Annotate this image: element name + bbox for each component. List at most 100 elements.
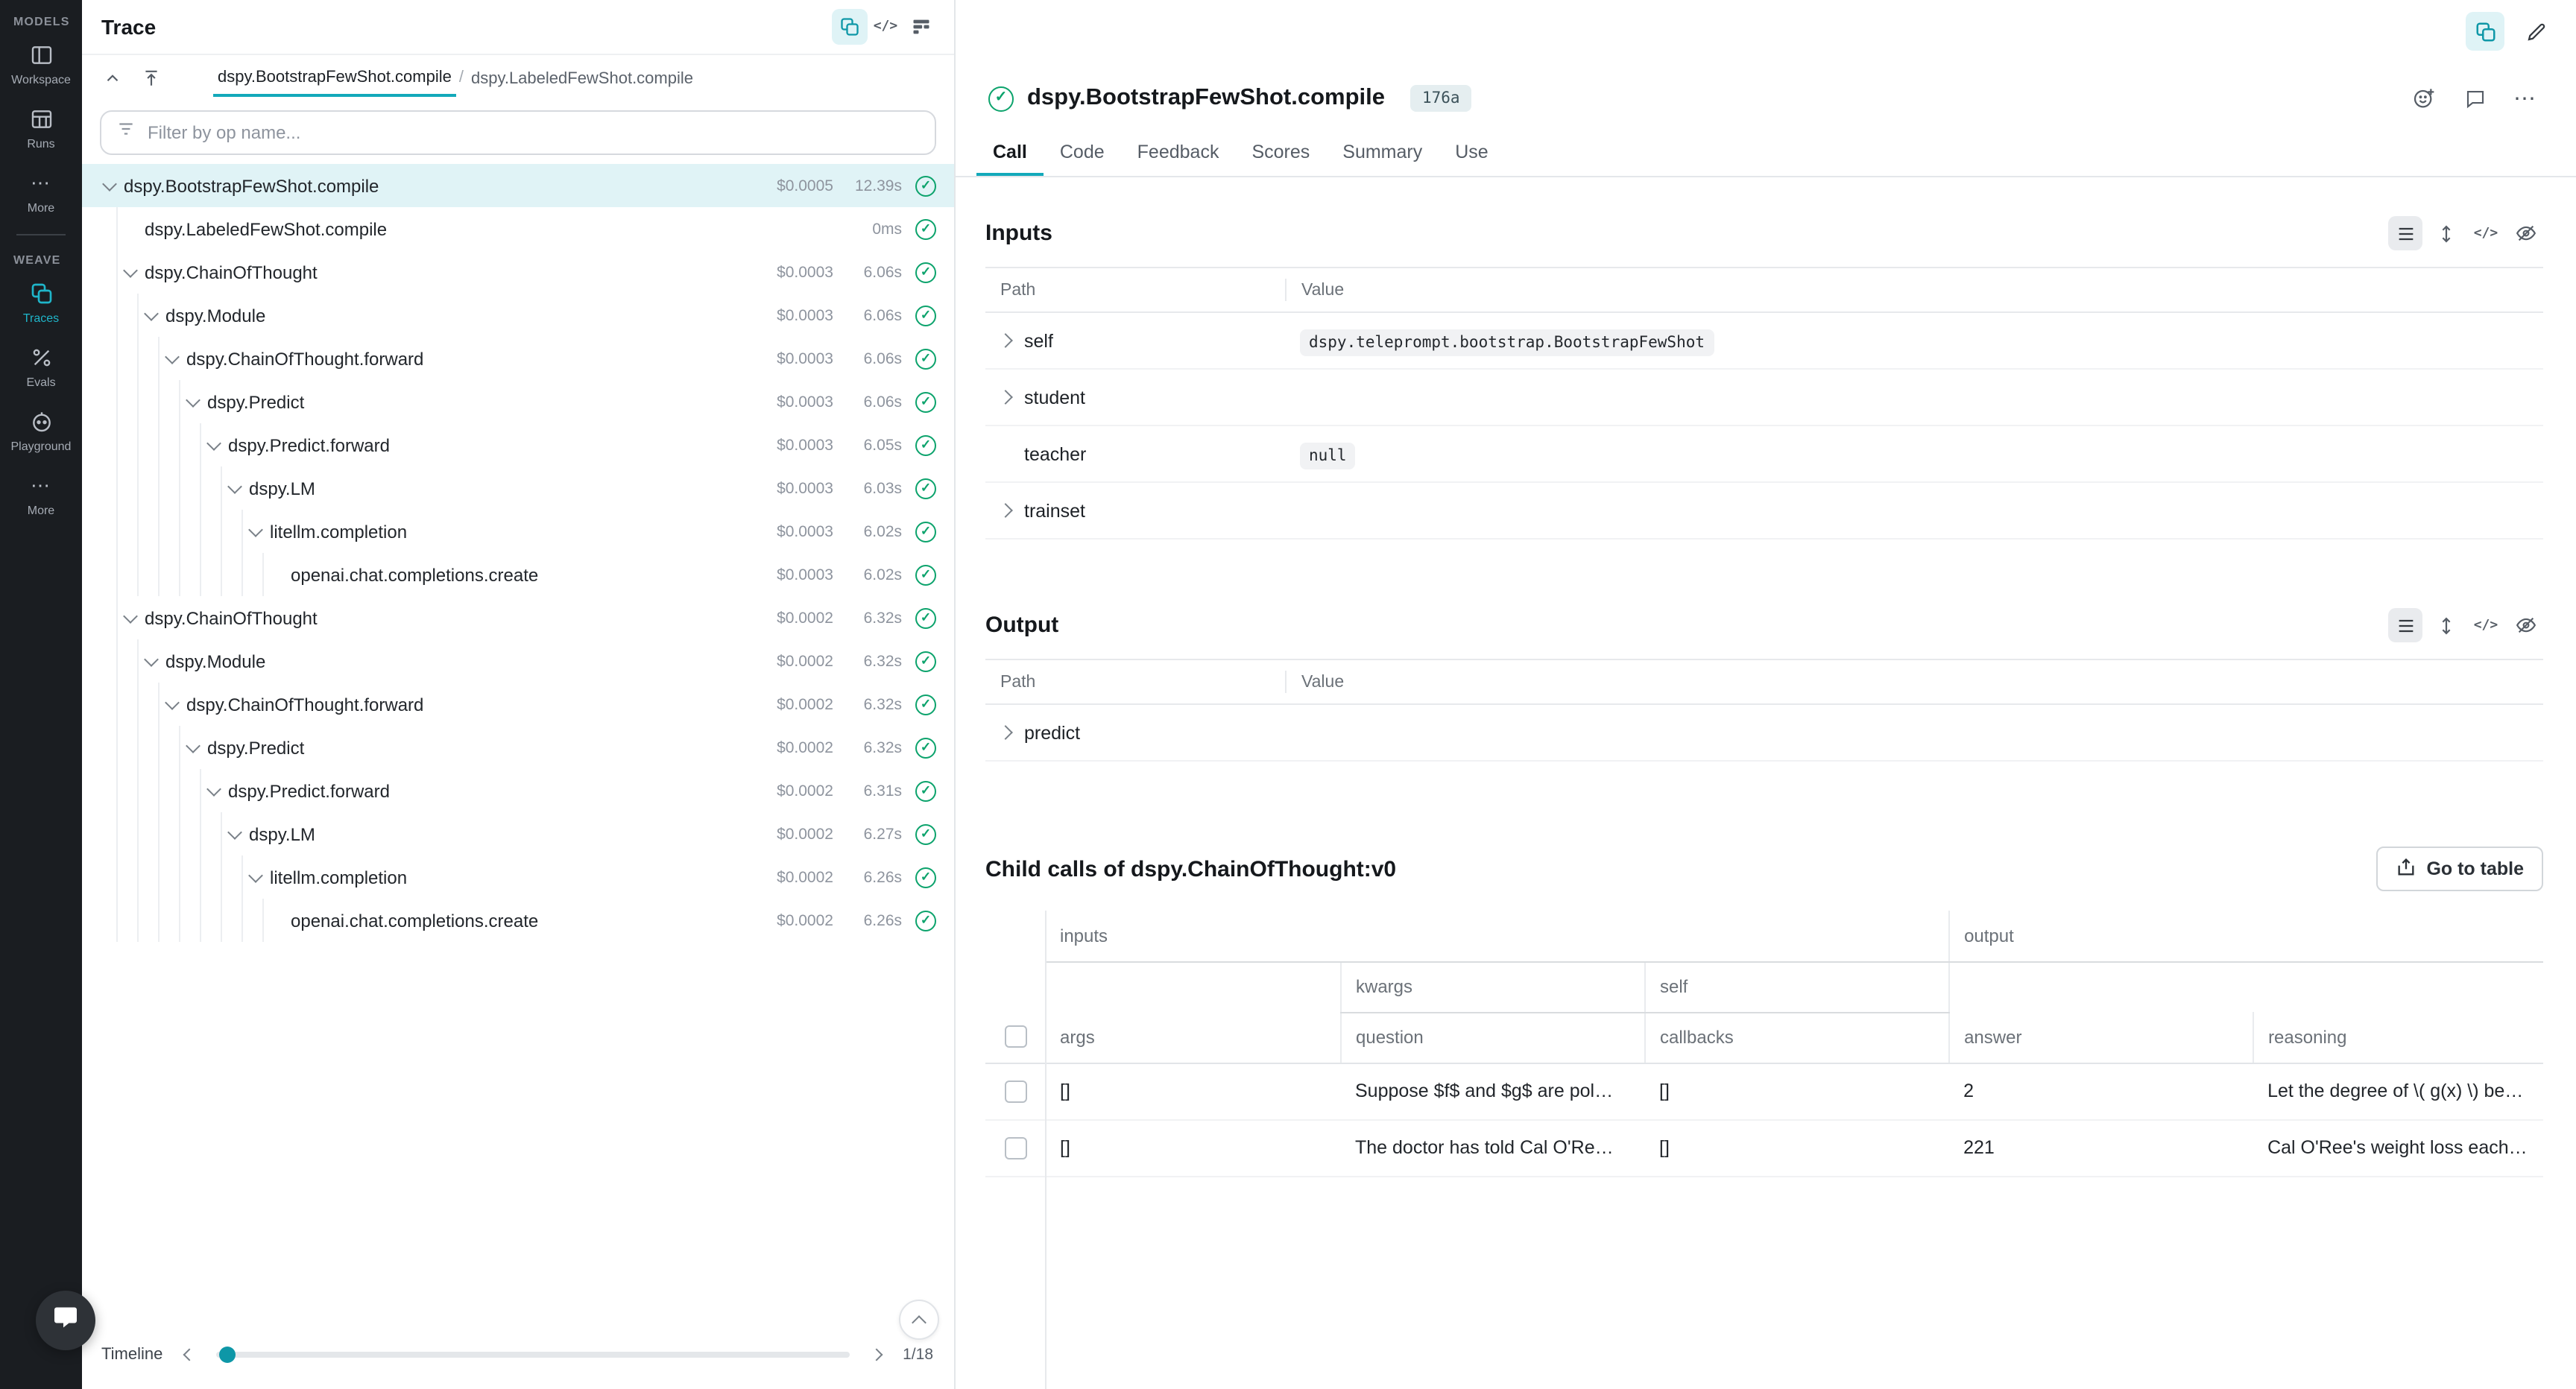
overflow-menu-button[interactable]: ⋯ [2507, 80, 2543, 116]
chevron-down-icon[interactable] [185, 392, 200, 407]
sidebar-item-traces[interactable]: Traces [0, 270, 82, 334]
trace-tree-row[interactable]: dspy.Predict $0.0003 6.06s [82, 380, 954, 423]
add-reaction-button[interactable] [2406, 80, 2442, 116]
trace-tree-row[interactable]: dspy.LM $0.0002 6.27s [82, 812, 954, 855]
indent-guides [97, 639, 139, 683]
toggle-trace-panel-button[interactable] [2466, 12, 2504, 51]
code-view-icon[interactable]: </> [2469, 216, 2503, 250]
child-call-row[interactable]: [] The doctor has told Cal O'Re… [] 221 … [985, 1119, 2543, 1176]
expand-row-button[interactable] [985, 727, 1024, 738]
hide-values-icon[interactable] [2509, 216, 2543, 250]
output-table-header: Path Value [985, 660, 2543, 705]
sidebar-item-playground[interactable]: Playground [0, 398, 82, 462]
trace-tree-row[interactable]: dspy.ChainOfThought.forward $0.0002 6.32… [82, 683, 954, 726]
flame-graph-button[interactable] [903, 9, 939, 45]
help-chat-button[interactable] [36, 1291, 95, 1350]
code-view-icon[interactable]: </> [2469, 608, 2503, 642]
io-path: predict [1024, 722, 1285, 743]
chevron-down-icon[interactable] [164, 694, 179, 709]
code-view-button[interactable]: </> [868, 9, 903, 45]
chevron-down-icon[interactable] [164, 349, 179, 364]
op-filter-input[interactable] [148, 122, 920, 143]
success-icon [915, 867, 936, 887]
breadcrumb-item-active[interactable]: dspy.BootstrapFewShot.compile [213, 58, 456, 97]
tree-view-button[interactable] [832, 9, 868, 45]
tab-call[interactable]: Call [976, 130, 1044, 176]
edit-icon[interactable] [2516, 12, 2555, 51]
timeline-next-icon[interactable] [862, 1341, 889, 1368]
chevron-down-icon[interactable] [122, 262, 137, 277]
tab-code[interactable]: Code [1044, 130, 1121, 176]
hide-values-icon[interactable] [2509, 608, 2543, 642]
trace-tree-row[interactable]: dspy.LabeledFewShot.compile 0ms [82, 207, 954, 250]
collapse-timeline-button[interactable] [899, 1300, 939, 1340]
sidebar-item-evals[interactable]: Evals [0, 334, 82, 398]
timeline-position: 1/18 [903, 1346, 933, 1364]
callbacks-column-header[interactable]: callbacks [1644, 1012, 1948, 1063]
chevron-down-icon[interactable] [227, 824, 242, 839]
breadcrumb-item[interactable]: dspy.LabeledFewShot.compile [467, 60, 698, 95]
expand-row-button[interactable] [985, 392, 1024, 402]
jump-to-parent-button[interactable] [133, 60, 168, 95]
expand-row-button[interactable] [985, 449, 1024, 459]
trace-tree-row[interactable]: dspy.Module $0.0002 6.32s [82, 639, 954, 683]
trace-tree-row[interactable]: dspy.ChainOfThought $0.0002 6.32s [82, 596, 954, 639]
chevron-down-icon[interactable] [185, 738, 200, 753]
trace-tree-row[interactable]: dspy.Predict.forward $0.0003 6.05s [82, 423, 954, 466]
op-name: dspy.ChainOfThought [145, 262, 753, 282]
trace-tree-row[interactable]: dspy.Module $0.0003 6.06s [82, 294, 954, 337]
tab-summary[interactable]: Summary [1326, 130, 1439, 176]
sidebar-item-label: Workspace [11, 73, 71, 86]
chevron-down-icon[interactable] [122, 608, 137, 623]
trace-tree-row[interactable]: dspy.BootstrapFewShot.compile $0.0005 12… [82, 164, 954, 207]
comment-button[interactable] [2457, 80, 2493, 116]
go-to-table-button[interactable]: Go to table [2375, 847, 2543, 891]
expand-all-icon[interactable] [2428, 608, 2463, 642]
trace-tree-row[interactable]: dspy.Predict $0.0002 6.32s [82, 726, 954, 769]
select-all-checkbox[interactable] [1004, 1026, 1026, 1048]
trace-tree-row[interactable]: dspy.Predict.forward $0.0002 6.31s [82, 769, 954, 812]
expand-row-button[interactable] [985, 505, 1024, 516]
chevron-down-icon[interactable] [143, 651, 158, 666]
child-call-row[interactable]: [] Suppose $f$ and $g$ are pol… [] 2 Let… [985, 1063, 2543, 1119]
timeline-prev-icon[interactable] [176, 1341, 203, 1368]
trace-tree-row[interactable]: litellm.completion $0.0002 6.26s [82, 855, 954, 899]
sidebar-item-more-weave[interactable]: ⋯ More [0, 462, 82, 526]
success-icon [915, 564, 936, 585]
row-checkbox[interactable] [1004, 1136, 1026, 1159]
chevron-down-icon[interactable] [247, 867, 262, 882]
chevron-down-icon[interactable] [206, 781, 221, 796]
trace-tree-row[interactable]: dspy.ChainOfThought.forward $0.0003 6.06… [82, 337, 954, 380]
tab-scores[interactable]: Scores [1235, 130, 1326, 176]
timeline-slider[interactable] [216, 1352, 849, 1358]
chevron-down-icon[interactable] [247, 522, 262, 537]
question-column-header[interactable]: question [1340, 1012, 1644, 1063]
expand-row-button[interactable] [985, 335, 1024, 346]
expand-all-icon[interactable] [2428, 216, 2463, 250]
tab-feedback[interactable]: Feedback [1121, 130, 1236, 176]
list-view-icon[interactable] [2388, 216, 2422, 250]
collapse-stack-button[interactable] [94, 60, 130, 95]
reasoning-column-header[interactable]: reasoning [2253, 1012, 2543, 1063]
chevron-down-icon[interactable] [206, 435, 221, 450]
child-calls-table-wrap: inputs output kwargs self [985, 911, 2543, 1177]
answer-column-header[interactable]: answer [1948, 1012, 2253, 1063]
chevron-down-icon[interactable] [101, 176, 116, 191]
tab-use[interactable]: Use [1439, 130, 1504, 176]
chevron-down-icon[interactable] [227, 478, 242, 493]
args-column-header[interactable]: args [1045, 1012, 1340, 1063]
trace-tree-row[interactable]: dspy.ChainOfThought $0.0003 6.06s [82, 250, 954, 294]
version-badge[interactable]: 176a [1410, 85, 1472, 112]
sidebar-item-runs[interactable]: Runs [0, 95, 82, 159]
list-view-icon[interactable] [2388, 608, 2422, 642]
row-checkbox[interactable] [1004, 1080, 1026, 1102]
sidebar-item-more-models[interactable]: ⋯ More [0, 159, 82, 224]
sidebar-item-workspace[interactable]: Workspace [0, 31, 82, 95]
trace-tree-row[interactable]: litellm.completion $0.0003 6.02s [82, 510, 954, 553]
subgroup-header-row: kwargs self [985, 961, 2543, 1012]
timeline-slider-handle[interactable] [219, 1347, 236, 1363]
trace-tree-row[interactable]: openai.chat.completions.create $0.0002 6… [82, 899, 954, 942]
chevron-down-icon[interactable] [143, 306, 158, 320]
trace-tree-row[interactable]: openai.chat.completions.create $0.0003 6… [82, 553, 954, 596]
trace-tree-row[interactable]: dspy.LM $0.0003 6.03s [82, 466, 954, 510]
